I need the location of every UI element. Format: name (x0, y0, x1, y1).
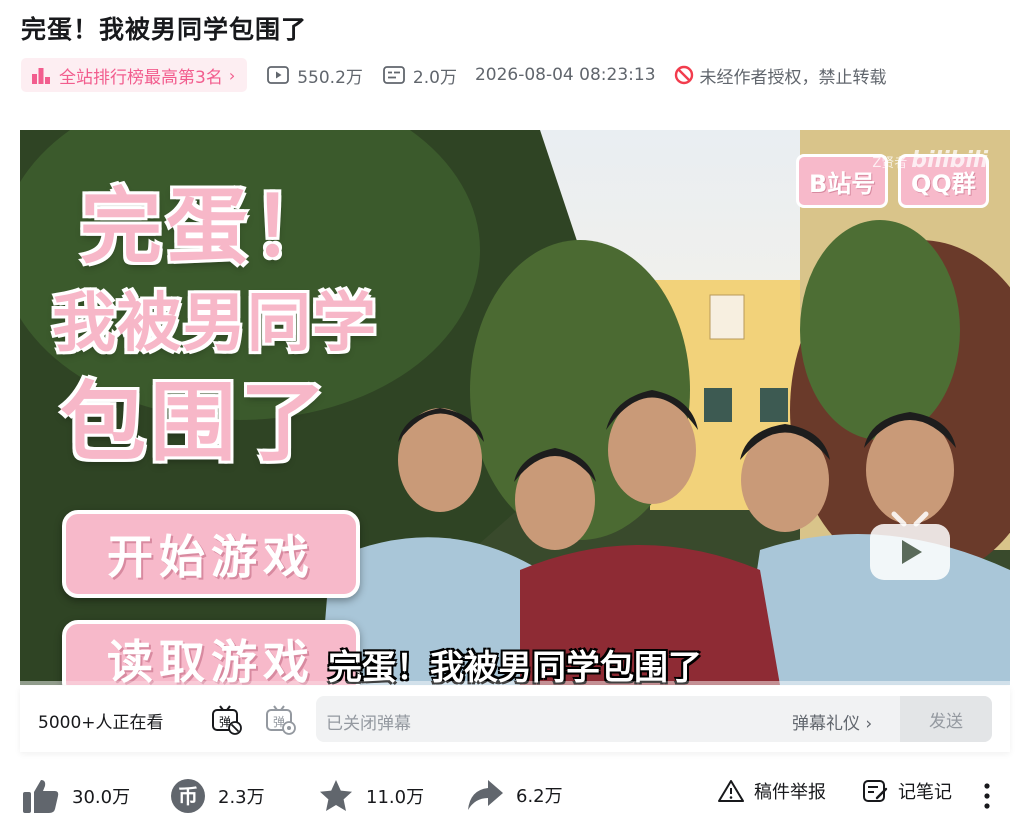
like-count: 30.0万 (72, 787, 131, 808)
video-progress-bar[interactable] (20, 681, 1010, 685)
no-repost-icon (674, 65, 693, 85)
view-count: 550.2万 (267, 63, 363, 88)
danmaku-input-placeholder: 已关闭弹幕 (326, 714, 411, 734)
favorite-count: 11.0万 (366, 787, 425, 808)
report-icon (718, 780, 744, 802)
like-button[interactable]: 30.0万 (22, 778, 130, 814)
danmaku-count-value: 2.0万 (412, 67, 457, 88)
like-icon (23, 780, 59, 813)
note-button[interactable]: 记笔记 (862, 778, 952, 804)
report-button[interactable]: 稿件举报 (718, 778, 826, 804)
copyright-notice: 未经作者授权，禁止转载 (674, 63, 887, 88)
danmaku-toggle-icon[interactable]: 弹 (210, 704, 242, 736)
note-label: 记笔记 (898, 782, 952, 803)
bilibili-watermark: Z贤者 bilibili (872, 148, 988, 173)
share-icon (468, 780, 503, 810)
danmaku-input-box[interactable]: 已关闭弹幕 弹幕礼仪 › 发送 (316, 696, 992, 742)
danmaku-etiquette-link[interactable]: 弹幕礼仪 › (792, 709, 872, 734)
danmaku-etiquette-label: 弹幕礼仪 (792, 714, 860, 734)
danmaku-settings-icon[interactable]: 弹 (264, 704, 296, 736)
video-title: 完蛋！我被男同学包围了 (21, 15, 308, 44)
ranking-label: 全站排行榜最高第3名 (59, 67, 223, 88)
report-label: 稿件举报 (754, 782, 826, 803)
note-icon (863, 780, 888, 802)
chevron-right-icon: › (228, 65, 236, 85)
video-subtitle: 完蛋！我被男同学包围了 (328, 648, 702, 685)
video-player[interactable]: 完蛋！ 我被男同学 包围了 开始游戏 读取游戏 B站号 QQ群 Z贤者 bilib… (20, 130, 1010, 685)
tv-play-icon[interactable] (868, 510, 952, 582)
danmaku-count: 2.0万 (383, 63, 457, 88)
coin-count: 2.3万 (218, 787, 265, 808)
coin-button[interactable]: 币 2.3万 (170, 778, 265, 814)
favorite-icon (320, 780, 352, 811)
overlay-title-line3: 包围了 (60, 373, 330, 473)
coin-icon: 币 (171, 779, 205, 813)
rank-icon (32, 68, 50, 84)
publish-time: 2026-08-04 08:23:13 (474, 65, 656, 85)
ranking-badge[interactable]: 全站排行榜最高第3名 › (21, 58, 248, 92)
copyright-notice-text: 未经作者授权，禁止转载 (699, 67, 887, 88)
watermark-uploader: Z贤者 (872, 156, 908, 171)
svg-text:币: 币 (178, 784, 198, 808)
overlay-title-line2: 我被男同学 (52, 287, 377, 361)
danmaku-send-button[interactable]: 发送 (900, 696, 992, 742)
video-action-toolbar: 30.0万 币 2.3万 11.0万 6.2万 稿件举报 记笔记 (20, 772, 1010, 822)
chevron-right-icon: › (865, 714, 873, 734)
live-viewers: 5000+人正在看 (38, 713, 164, 733)
danmaku-count-icon (383, 66, 405, 84)
view-count-value: 550.2万 (297, 67, 363, 88)
play-count-icon (267, 66, 290, 84)
overlay-title-line1: 完蛋！ (80, 180, 339, 275)
more-icon[interactable] (982, 782, 992, 810)
favorite-button[interactable]: 11.0万 (318, 778, 424, 814)
share-count: 6.2万 (516, 786, 563, 807)
share-button[interactable]: 6.2万 (466, 778, 563, 812)
watermark-brand: bilibili (911, 148, 988, 173)
overlay-start-game-button: 开始游戏 (62, 510, 360, 598)
video-meta-row: 全站排行榜最高第3名 › 550.2万 2.0万 2026-08-04 08:2… (21, 58, 887, 92)
danmaku-bar: 5000+人正在看 弹 弹 已关闭弹幕 弹幕礼仪 › 发送 (20, 686, 1010, 752)
